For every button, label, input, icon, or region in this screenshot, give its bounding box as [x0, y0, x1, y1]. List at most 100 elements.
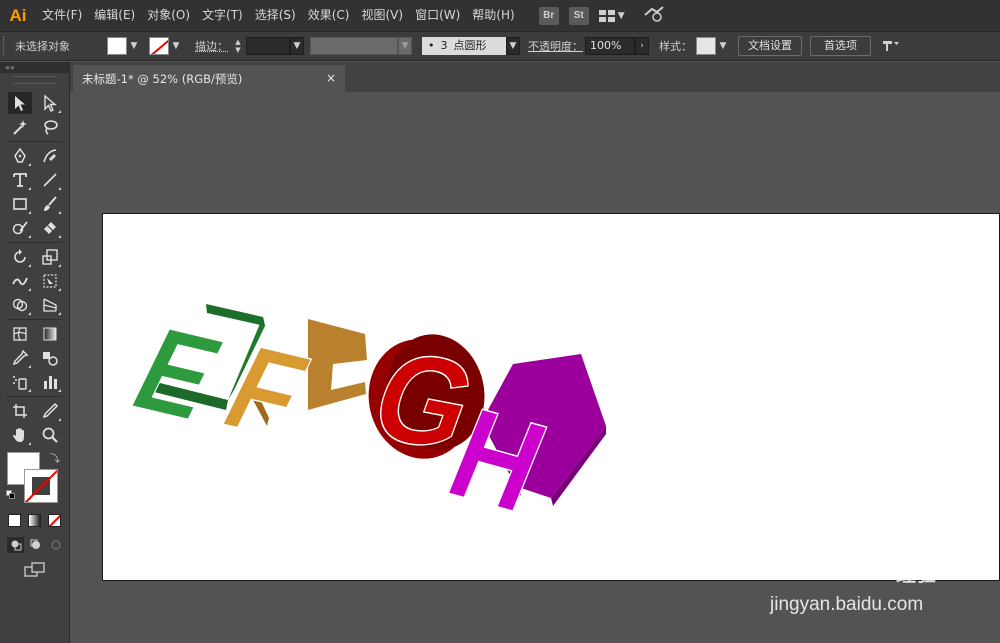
brush-definition-field[interactable]: • 3 点圆形 [422, 37, 506, 55]
blend-tool[interactable] [38, 347, 62, 369]
variable-width-profile[interactable] [310, 37, 398, 55]
preferences-button[interactable]: 首选项 [810, 36, 871, 56]
close-tab-icon[interactable]: × [326, 71, 336, 85]
tools-panel-collapse[interactable]: «« [0, 62, 69, 73]
opacity-label[interactable]: 不透明度： [528, 38, 583, 54]
stroke-dropdown-chevron-icon[interactable]: ▼ [169, 37, 183, 55]
none-mode-button[interactable] [48, 514, 61, 527]
color-mode-button[interactable] [8, 514, 21, 527]
stroke-weight-dropdown-icon[interactable]: ▼ [290, 37, 304, 55]
curvature-tool[interactable] [38, 145, 62, 167]
paintbrush-icon [44, 196, 57, 211]
tools-panel-grip[interactable] [14, 76, 55, 84]
stroke-swatch[interactable] [149, 37, 169, 55]
document-tab[interactable]: 未标题-1* @ 52% (RGB/预览) × [73, 65, 345, 92]
screen-mode-button[interactable] [24, 562, 46, 581]
lasso-icon [44, 120, 58, 135]
draw-normal-icon [11, 540, 21, 551]
curvature-icon [43, 149, 57, 163]
menu-window[interactable]: 窗口(W) [409, 0, 466, 31]
rotate-icon [14, 249, 26, 263]
draw-inside-button[interactable] [47, 537, 64, 553]
color-mode-buttons [8, 514, 61, 527]
graphic-style-swatch[interactable] [696, 37, 716, 55]
draw-behind-button[interactable] [27, 537, 44, 553]
screen-mode-icon [24, 562, 45, 577]
draw-normal-button[interactable] [7, 537, 24, 553]
watermark-url: jingyan.baidu.com [770, 594, 924, 615]
eyedropper-tool[interactable] [8, 347, 32, 369]
line-segment-tool[interactable] [38, 169, 62, 191]
fill-dropdown-chevron-icon[interactable]: ▼ [127, 37, 141, 55]
fill-swatch[interactable] [107, 37, 127, 55]
rectangle-tool[interactable] [8, 193, 32, 215]
paintbrush-tool[interactable] [38, 193, 62, 215]
style-label: 样式： [659, 40, 692, 53]
stroke-stepper[interactable]: ▲ ▼ [232, 37, 244, 55]
stock-button[interactable]: St [568, 6, 589, 25]
artboard-tool[interactable] [8, 400, 32, 422]
menu-select[interactable]: 选择(S) [249, 0, 302, 31]
bridge-button[interactable]: Br [538, 6, 559, 25]
profile-dropdown-icon[interactable]: ▼ [398, 37, 412, 55]
pen-icon [14, 147, 26, 163]
gradient-tool[interactable] [38, 323, 62, 345]
gradient-icon [43, 327, 57, 341]
perspective-grid-icon [43, 298, 57, 312]
gradient-mode-button[interactable] [28, 514, 41, 527]
column-graph-icon [44, 376, 57, 389]
shape-builder-tool[interactable] [8, 294, 32, 316]
selection-tool[interactable] [8, 92, 32, 114]
menu-file[interactable]: 文件(F) [36, 0, 88, 31]
arrange-documents-button[interactable]: ▼ [598, 9, 625, 22]
zoom-tool[interactable] [38, 424, 62, 446]
type-tool[interactable] [8, 169, 32, 191]
swap-fill-stroke-icon[interactable]: ⤵ [50, 450, 60, 465]
gpu-performance-button[interactable] [643, 5, 665, 26]
draw-inside-icon [51, 540, 60, 550]
mesh-tool[interactable] [8, 323, 32, 345]
scale-tool[interactable] [38, 246, 62, 268]
panel-menu-button[interactable] [881, 38, 901, 54]
gpu-performance-icon [643, 6, 664, 22]
menu-object[interactable]: 对象(O) [141, 0, 196, 31]
brush-dropdown-icon[interactable]: ▼ [506, 37, 520, 55]
magic-wand-tool[interactable] [8, 116, 32, 138]
opacity-expand-icon[interactable]: › [635, 37, 649, 55]
eraser-tool[interactable] [38, 217, 62, 239]
control-bar: 未选择对象 ▼ ▼ 描边： ▲ ▼ ▼ ▼ • 3 点圆形 ▼ 不透明度： 100… [0, 31, 1000, 61]
slice-tool[interactable] [38, 400, 62, 422]
column-graph-tool[interactable] [38, 371, 62, 393]
stroke-weight-field[interactable] [246, 37, 290, 55]
shaper-tool[interactable] [8, 217, 32, 239]
document-setup-button[interactable]: 文档设置 [738, 36, 802, 56]
watermark-cn: 经验 [896, 562, 936, 586]
brush-name: 点圆形 [453, 39, 487, 52]
opacity-field[interactable]: 100% [585, 37, 635, 55]
brush-size: 3 [440, 39, 448, 52]
artboard[interactable]: E F G H [102, 213, 1000, 581]
style-dropdown-icon[interactable]: ▼ [716, 37, 730, 55]
zoom-icon [42, 427, 58, 443]
menu-help[interactable]: 帮助(H) [466, 0, 520, 31]
watermark-logo: Baidu [770, 548, 870, 586]
symbol-sprayer-tool[interactable] [8, 371, 32, 393]
free-transform-tool[interactable] [38, 270, 62, 292]
menu-type[interactable]: 文字(T) [196, 0, 249, 31]
hand-tool[interactable] [8, 424, 32, 446]
lasso-tool[interactable] [38, 116, 62, 138]
default-fill-stroke-icon[interactable] [6, 490, 16, 500]
warp-tool[interactable] [8, 270, 32, 292]
stroke-color-swatch[interactable] [24, 469, 58, 503]
pen-tool[interactable] [8, 145, 32, 167]
line-segment-icon [43, 173, 57, 187]
menu-view[interactable]: 视图(V) [355, 0, 409, 31]
direct-selection-tool[interactable] [38, 92, 62, 114]
menu-edit[interactable]: 编辑(E) [88, 0, 141, 31]
rotate-tool[interactable] [8, 246, 32, 268]
hand-icon [13, 428, 24, 442]
control-bar-grip[interactable] [3, 36, 9, 56]
perspective-grid-tool[interactable] [38, 294, 62, 316]
brush-bullet: • [428, 39, 435, 52]
menu-effect[interactable]: 效果(C) [302, 0, 356, 31]
